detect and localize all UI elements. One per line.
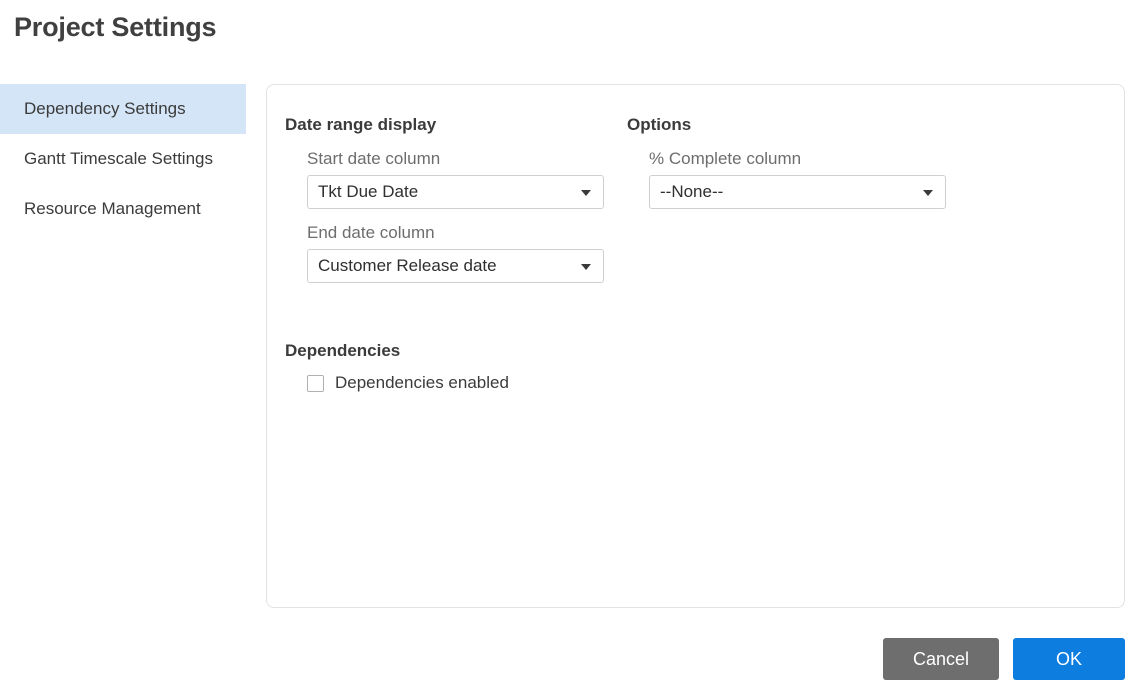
sidebar-item-label: Dependency Settings (24, 99, 186, 118)
end-date-column-select[interactable]: Customer Release date (307, 249, 604, 283)
settings-layout: Dependency Settings Gantt Timescale Sett… (0, 84, 1133, 609)
dependencies-enabled-row[interactable]: Dependencies enabled (307, 373, 705, 393)
percent-complete-column-field: % Complete column --None-- (649, 147, 967, 209)
dependencies-group: Dependencies Dependencies enabled (285, 341, 705, 393)
start-date-column-value: Tkt Due Date (318, 182, 419, 201)
dependencies-enabled-label: Dependencies enabled (335, 373, 509, 392)
percent-complete-column-select[interactable]: --None-- (649, 175, 946, 209)
dialog-footer: Cancel OK (0, 638, 1133, 682)
sidebar-item-resource-management[interactable]: Resource Management (0, 184, 246, 234)
chevron-down-icon (581, 264, 591, 270)
sidebar-item-label: Gantt Timescale Settings (24, 149, 213, 168)
end-date-column-value: Customer Release date (318, 256, 497, 275)
sidebar-item-label: Resource Management (24, 199, 201, 218)
end-date-column-field: End date column Customer Release date (307, 221, 625, 283)
ok-button[interactable]: OK (1013, 638, 1125, 680)
start-date-column-select[interactable]: Tkt Due Date (307, 175, 604, 209)
cancel-button[interactable]: Cancel (883, 638, 999, 680)
end-date-column-label: End date column (307, 223, 435, 242)
percent-complete-column-value: --None-- (660, 182, 724, 201)
page-title: Project Settings (14, 12, 217, 42)
dependencies-enabled-checkbox[interactable] (307, 374, 324, 392)
start-date-column-field: Start date column Tkt Due Date (307, 147, 625, 209)
settings-sidebar: Dependency Settings Gantt Timescale Sett… (0, 84, 246, 234)
date-range-display-group: Date range display Start date column Tkt… (285, 115, 625, 289)
start-date-column-label: Start date column (307, 149, 441, 168)
percent-complete-column-label: % Complete column (649, 149, 802, 168)
date-range-display-heading: Date range display (285, 115, 437, 134)
dependencies-heading: Dependencies (285, 341, 401, 360)
options-group: Options % Complete column --None-- (627, 115, 967, 215)
settings-panel: Date range display Start date column Tkt… (266, 84, 1125, 608)
chevron-down-icon (923, 190, 933, 196)
sidebar-item-gantt-timescale-settings[interactable]: Gantt Timescale Settings (0, 134, 246, 184)
sidebar-item-dependency-settings[interactable]: Dependency Settings (0, 84, 246, 134)
chevron-down-icon (581, 190, 591, 196)
options-heading: Options (627, 115, 692, 134)
